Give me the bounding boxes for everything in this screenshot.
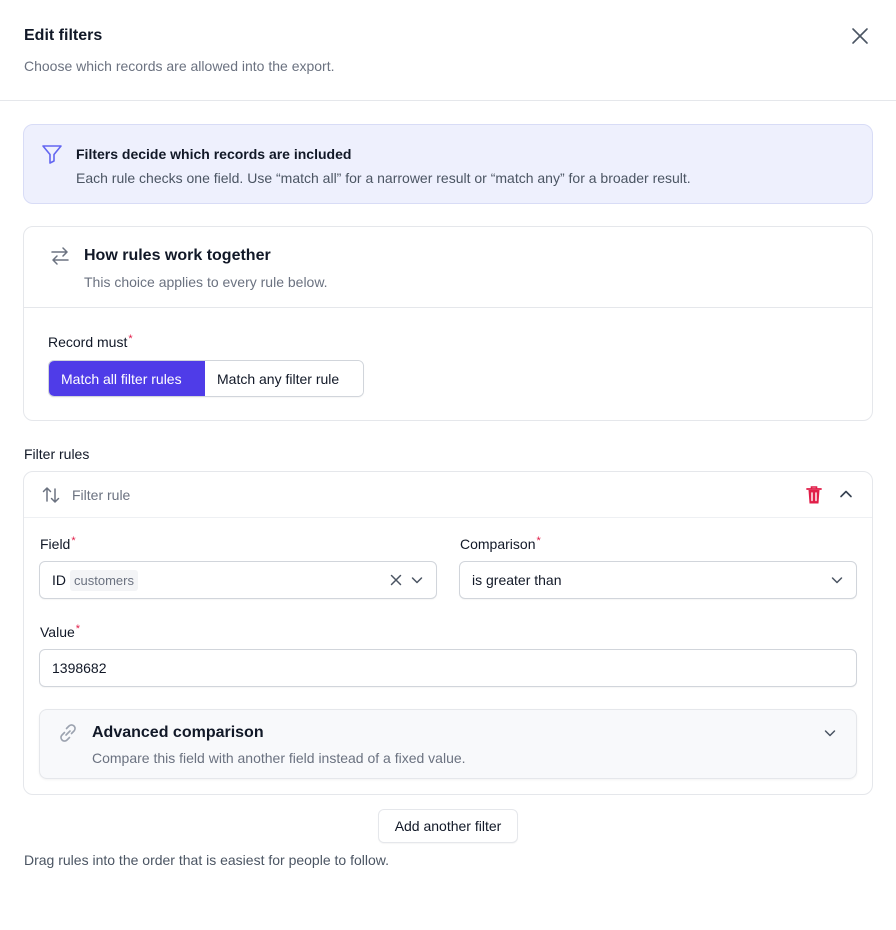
chevron-down-icon[interactable] — [409, 572, 425, 588]
drag-sort-icon[interactable] — [41, 485, 61, 505]
comparison-select[interactable]: is greater than — [459, 561, 857, 599]
advanced-comparison-toggle[interactable]: Advanced comparison Compare this field w… — [39, 709, 857, 779]
swap-arrows-icon — [51, 247, 69, 265]
info-text: Each rule checks one field. Use “match a… — [76, 170, 691, 186]
filter-rules-label: Filter rules — [24, 446, 90, 462]
match-mode-toggle: Match all filter rules Match any filter … — [48, 360, 364, 397]
dialog-header: Edit filters Choose which records are al… — [0, 0, 896, 101]
info-banner: Filters decide which records are include… — [23, 124, 873, 204]
field-label: Field* — [40, 535, 76, 552]
required-marker: * — [536, 535, 541, 547]
clear-icon[interactable] — [388, 572, 404, 588]
info-title: Filters decide which records are include… — [76, 146, 352, 162]
rule-logic-subtitle: This choice applies to every rule below. — [84, 274, 328, 290]
record-must-text: Record must — [48, 334, 128, 350]
advanced-comparison-subtitle: Compare this field with another field in… — [92, 750, 466, 766]
match-all-button[interactable]: Match all filter rules — [49, 361, 205, 396]
field-select-value: ID — [52, 572, 66, 588]
dialog-title: Edit filters — [24, 27, 103, 44]
required-marker: * — [128, 333, 133, 345]
value-input[interactable]: 1398682 — [39, 649, 857, 687]
filter-rule-card: Filter rule Field* ID customers Comparis… — [23, 471, 873, 795]
add-filter-button[interactable]: Add another filter — [378, 809, 518, 843]
comparison-label: Comparison* — [460, 535, 541, 552]
dialog-subtitle: Choose which records are allowed into th… — [24, 58, 335, 74]
filter-rule-header: Filter rule — [24, 472, 872, 518]
required-marker: * — [75, 623, 81, 635]
chevron-down-icon[interactable] — [829, 572, 845, 588]
field-label-text: Field — [40, 536, 71, 552]
link-icon — [60, 724, 76, 742]
field-select[interactable]: ID customers — [39, 561, 437, 599]
footer-note: Drag rules into the order that is easies… — [24, 852, 389, 868]
trash-icon[interactable] — [804, 484, 824, 506]
chevron-up-icon[interactable] — [837, 485, 855, 503]
funnel-icon — [42, 145, 62, 164]
advanced-comparison-title: Advanced comparison — [92, 724, 264, 741]
record-must-label: Record must* — [48, 333, 133, 350]
comparison-label-text: Comparison — [460, 536, 536, 552]
rule-logic-title: How rules work together — [84, 247, 271, 264]
value-label: Value* — [40, 623, 81, 640]
comparison-select-value: is greater than — [472, 572, 562, 588]
chevron-down-icon — [824, 730, 836, 737]
rule-logic-header: How rules work together This choice appl… — [24, 227, 872, 308]
field-table-tag: customers — [70, 570, 138, 591]
value-label-text: Value — [40, 624, 75, 640]
close-button[interactable] — [848, 24, 872, 48]
filter-rule-title: Filter rule — [72, 487, 131, 503]
required-marker: * — [71, 535, 76, 547]
match-any-button[interactable]: Match any filter rule — [205, 361, 363, 396]
rule-logic-card: How rules work together This choice appl… — [23, 226, 873, 421]
close-icon — [852, 28, 868, 44]
